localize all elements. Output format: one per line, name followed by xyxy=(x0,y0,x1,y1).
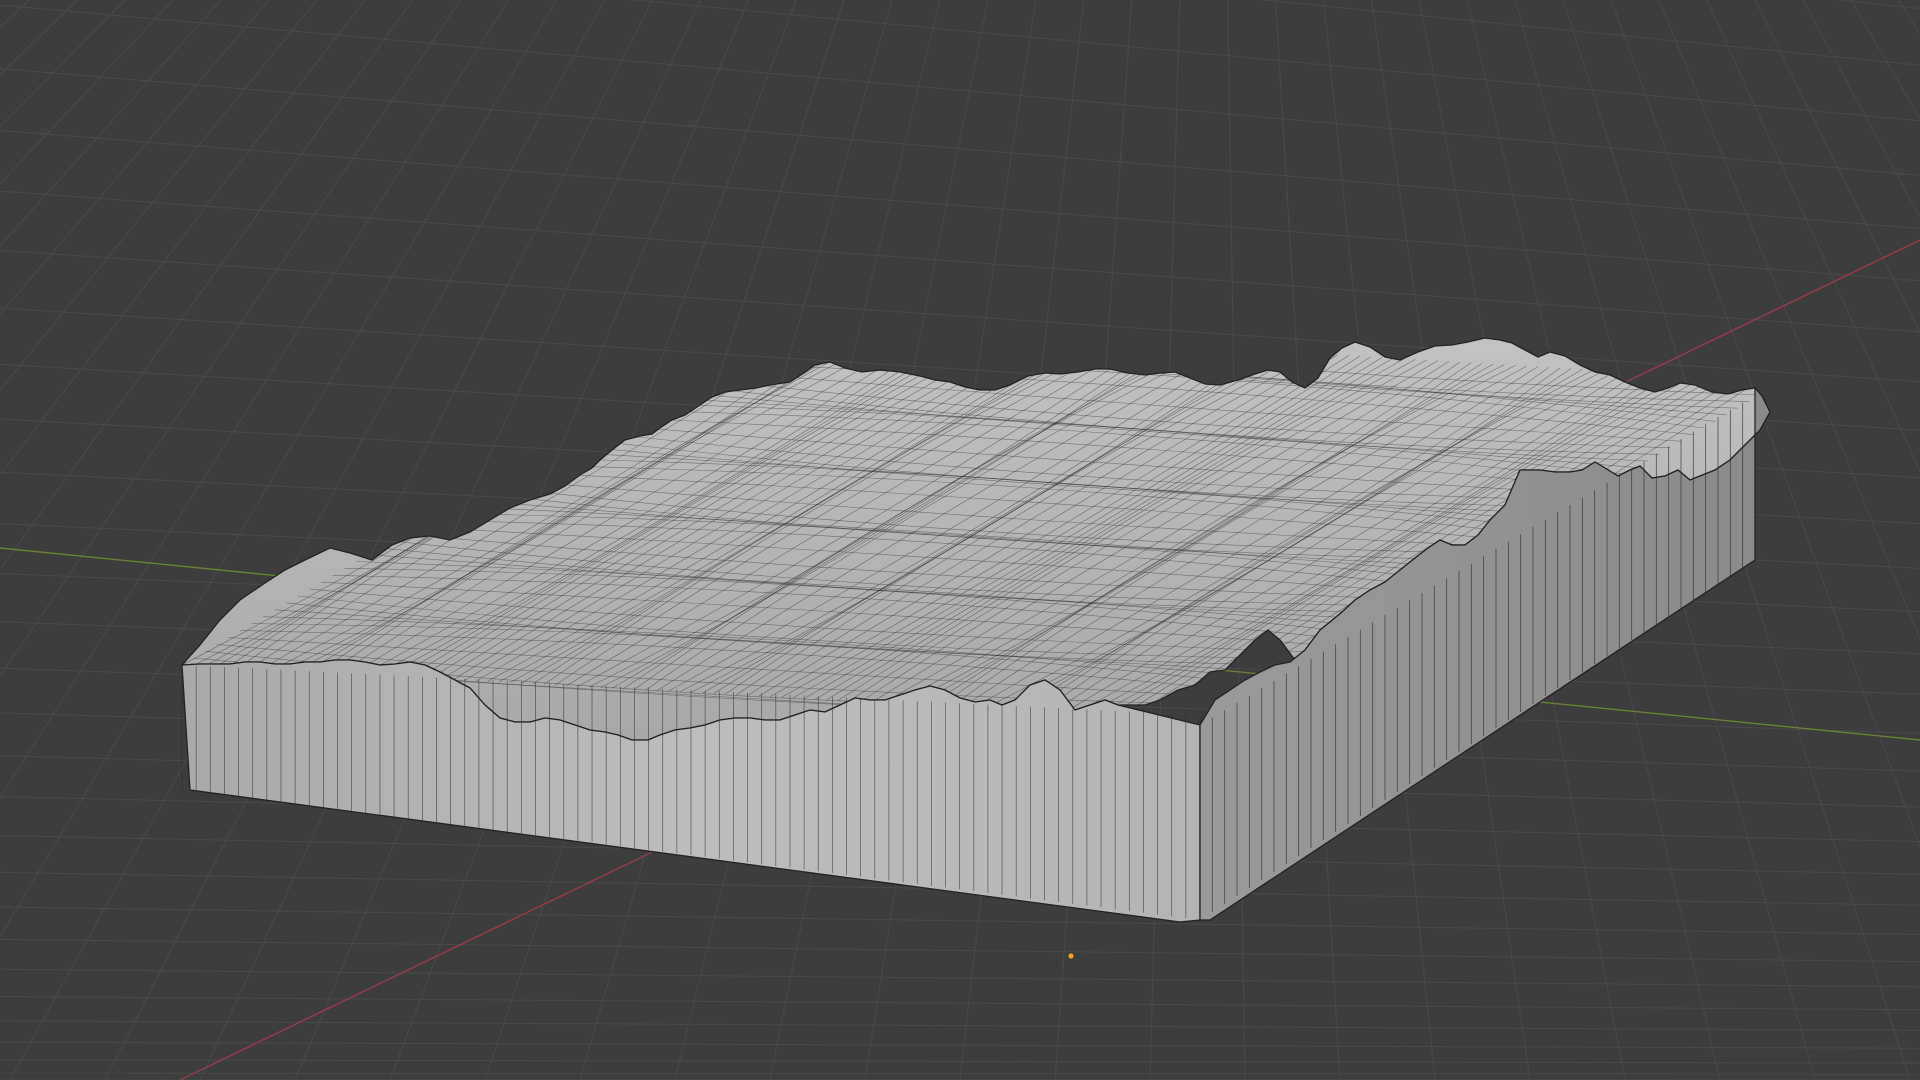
grid-line xyxy=(0,938,1920,963)
terrain-mesh[interactable] xyxy=(180,320,1771,923)
grid-line xyxy=(0,1020,1920,1031)
grid-line xyxy=(0,190,1920,333)
object-origin-marker[interactable] xyxy=(1068,953,1074,959)
grid-line xyxy=(0,249,1920,383)
grid-line xyxy=(0,1072,1920,1075)
3d-viewport[interactable] xyxy=(0,0,1920,1080)
grid-line xyxy=(0,1059,1920,1064)
grid-line xyxy=(1834,0,1920,9)
grid-line xyxy=(0,1041,1920,1049)
grid-line xyxy=(629,0,1920,122)
grid-line xyxy=(0,996,1920,1011)
grid-line xyxy=(0,68,1920,230)
viewport-scene[interactable] xyxy=(0,0,1920,1080)
grid-line xyxy=(1259,0,1920,66)
grid-line xyxy=(0,968,1920,988)
grid-line xyxy=(0,906,1920,935)
grid-line xyxy=(0,130,1920,282)
